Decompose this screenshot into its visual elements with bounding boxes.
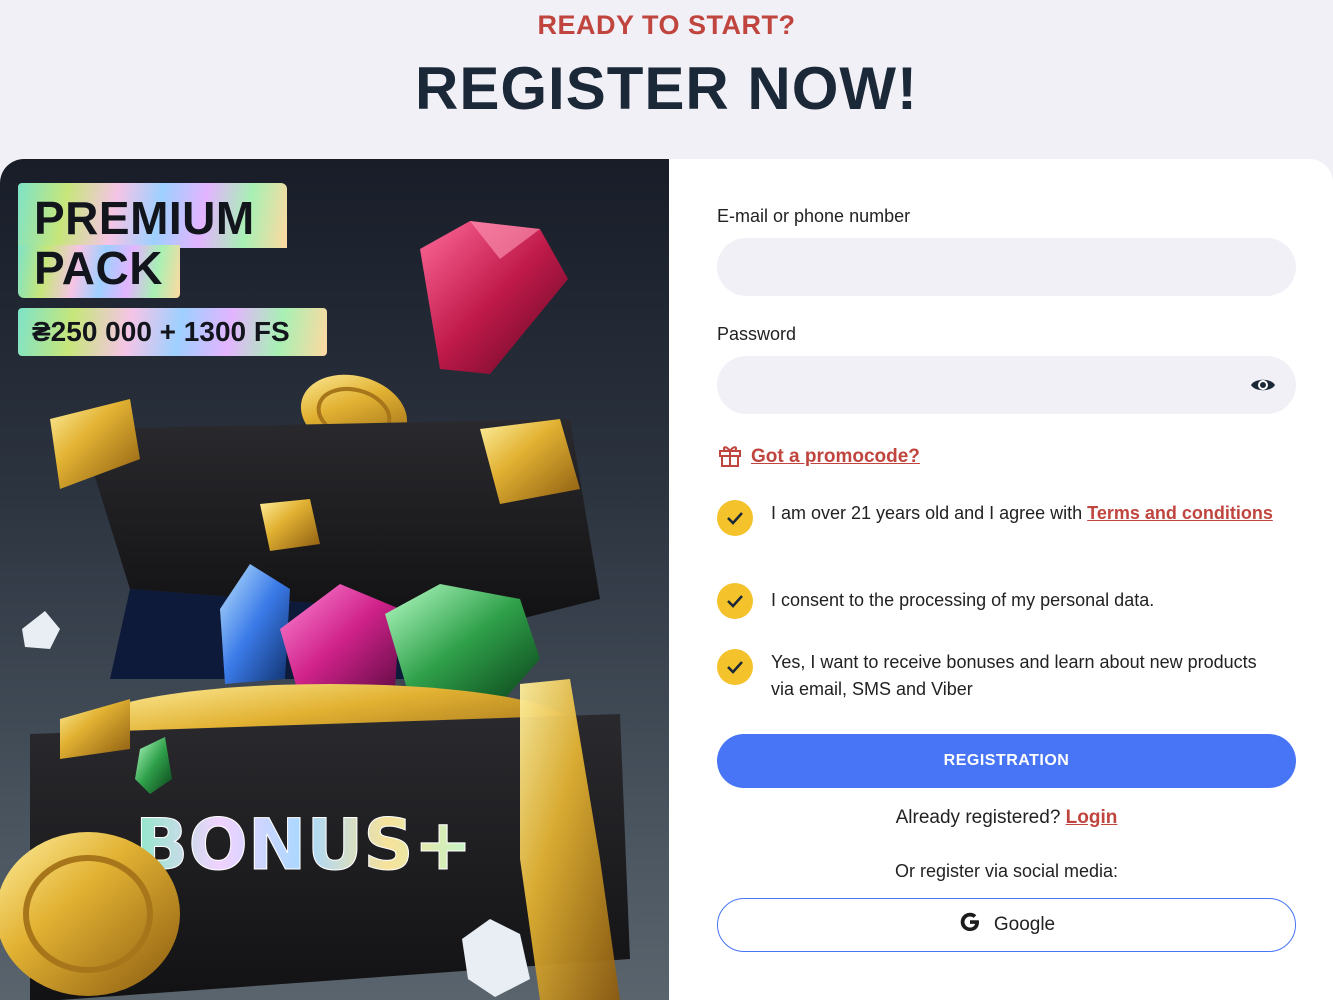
terms-link[interactable]: Terms and conditions bbox=[1087, 503, 1273, 523]
password-field[interactable] bbox=[717, 356, 1296, 414]
premium-pack-line2: PACK bbox=[34, 242, 163, 294]
marketing-checkbox[interactable] bbox=[717, 649, 753, 685]
eye-icon[interactable] bbox=[1249, 373, 1277, 397]
consent-checkbox[interactable] bbox=[717, 583, 753, 619]
google-icon bbox=[958, 910, 982, 940]
registration-button[interactable]: REGISTRATION bbox=[717, 734, 1296, 788]
email-field[interactable] bbox=[717, 238, 1296, 296]
svg-text:BONUS+: BONUS+ bbox=[135, 804, 472, 886]
marketing-text: Yes, I want to receive bonuses and learn… bbox=[771, 652, 1257, 699]
email-label: E-mail or phone number bbox=[717, 206, 911, 226]
already-text: Already registered? bbox=[895, 807, 1061, 828]
google-button[interactable]: Google bbox=[717, 898, 1296, 952]
consent-text: I consent to the processing of my person… bbox=[771, 590, 1155, 610]
promocode-row[interactable]: Got a promocode? bbox=[717, 443, 920, 471]
terms-checkbox-row: I am over 21 years old and I agree with … bbox=[717, 500, 1277, 536]
registration-form: E-mail or phone number Password Got a pr… bbox=[669, 159, 1333, 1000]
login-link[interactable]: Login bbox=[1066, 807, 1118, 828]
page-title: REGISTER NOW! bbox=[415, 55, 918, 122]
checkmark-icon bbox=[727, 512, 743, 525]
eyebrow-text: READY TO START? bbox=[537, 10, 796, 40]
page-header: READY TO START? REGISTER NOW! bbox=[0, 0, 1333, 160]
checkmark-icon bbox=[727, 595, 743, 608]
gift-icon bbox=[717, 442, 743, 473]
premium-pack-line1: PREMIUM bbox=[34, 192, 255, 244]
password-label: Password bbox=[717, 324, 797, 344]
checkmark-icon bbox=[727, 661, 743, 674]
terms-checkbox[interactable] bbox=[717, 500, 753, 536]
terms-text: I am over 21 years old and I agree with … bbox=[771, 500, 1273, 527]
promo-panel: BONUS+ PREMIUM PACK ₴250 000 + 1300 FS bbox=[0, 159, 669, 1000]
google-label: Google bbox=[993, 914, 1056, 935]
marketing-checkbox-row: Yes, I want to receive bonuses and learn… bbox=[717, 649, 1277, 703]
already-registered: Already registered? Login bbox=[717, 807, 1296, 829]
promocode-link[interactable]: Got a promocode? bbox=[751, 446, 920, 468]
consent-checkbox-row: I consent to the processing of my person… bbox=[717, 583, 1277, 619]
bonus-amount: ₴250 000 + 1300 FS bbox=[32, 316, 290, 347]
terms-label: I am over 21 years old and I agree with bbox=[771, 503, 1088, 523]
social-label: Or register via social media: bbox=[894, 861, 1119, 881]
